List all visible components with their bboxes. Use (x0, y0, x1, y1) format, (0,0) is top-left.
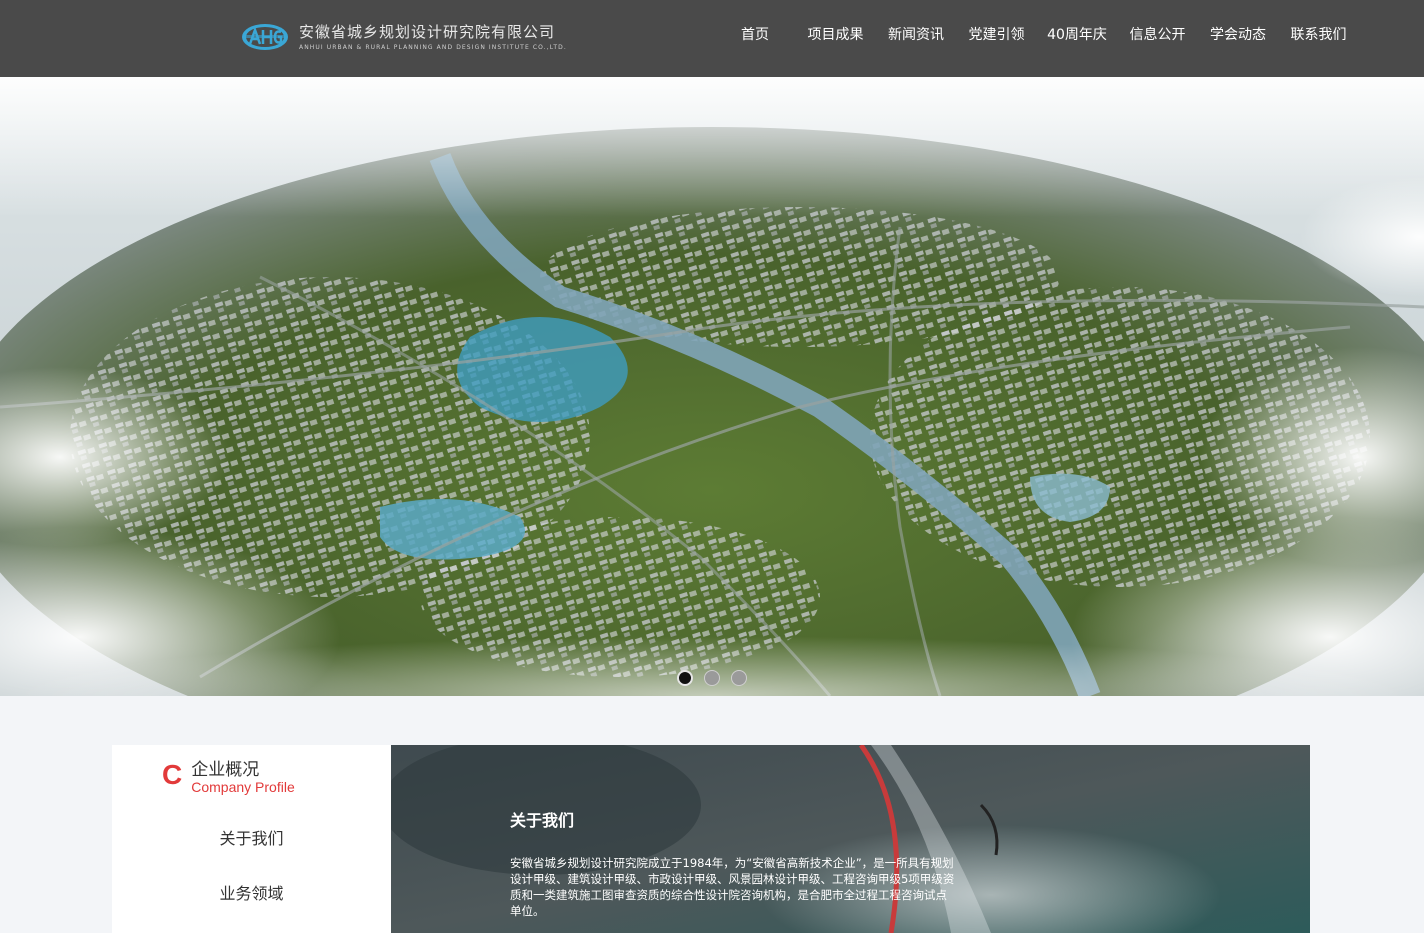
sidebar-link-business[interactable]: 业务领域 (112, 880, 391, 904)
nav-projects[interactable]: 项目成果 (788, 0, 883, 77)
profile-sidebar: C 企业概况 Company Profile 关于我们 业务领域 (112, 745, 391, 933)
nav-party[interactable]: 党建引领 (949, 0, 1044, 77)
slider-dot-3[interactable] (731, 670, 747, 686)
nav-anniversary[interactable]: 40周年庆 (1044, 0, 1110, 77)
about-panel: 关于我们 安徽省城乡规划设计研究院成立于1984年，为“安徽省高新技术企业”，是… (391, 745, 1310, 933)
company-profile-section: C 企业概况 Company Profile 关于我们 业务领域 关于我们 安徽… (112, 745, 1310, 933)
slider-dot-2[interactable] (704, 670, 720, 686)
nav-news[interactable]: 新闻资讯 (883, 0, 949, 77)
ahurp-logo-icon (241, 22, 289, 52)
main-nav: 首页 项目成果 新闻资讯 党建引领 40周年庆 信息公开 学会动态 联系我们 (722, 0, 1366, 77)
nav-contact[interactable]: 联系我们 (1271, 0, 1366, 77)
profile-letter-icon: C (162, 759, 183, 790)
logo-company-name-en: ANHUI URBAN & RURAL PLANNING AND DESIGN … (299, 44, 567, 51)
nav-disclosure[interactable]: 信息公开 (1110, 0, 1205, 77)
sidebar-link-about[interactable]: 关于我们 (112, 825, 391, 849)
nav-home[interactable]: 首页 (722, 0, 788, 77)
city-aerial-rendering (0, 77, 1424, 696)
profile-title-en: Company Profile (191, 779, 295, 795)
site-logo[interactable]: 安徽省城乡规划设计研究院有限公司 ANHUI URBAN & RURAL PLA… (241, 22, 567, 52)
profile-title-cn: 企业概况 (191, 760, 260, 780)
about-description: 安徽省城乡规划设计研究院成立于1984年，为“安徽省高新技术企业”，是一所具有规… (510, 856, 955, 918)
about-title: 关于我们 (510, 811, 575, 830)
profile-heading: C 企业概况 Company Profile (162, 759, 295, 795)
nav-society[interactable]: 学会动态 (1205, 0, 1271, 77)
site-header: 安徽省城乡规划设计研究院有限公司 ANHUI URBAN & RURAL PLA… (0, 0, 1424, 77)
logo-company-name: 安徽省城乡规划设计研究院有限公司 (299, 23, 556, 41)
hero-banner[interactable] (0, 77, 1424, 696)
slider-dot-1[interactable] (677, 670, 693, 686)
slider-dots (677, 670, 758, 686)
